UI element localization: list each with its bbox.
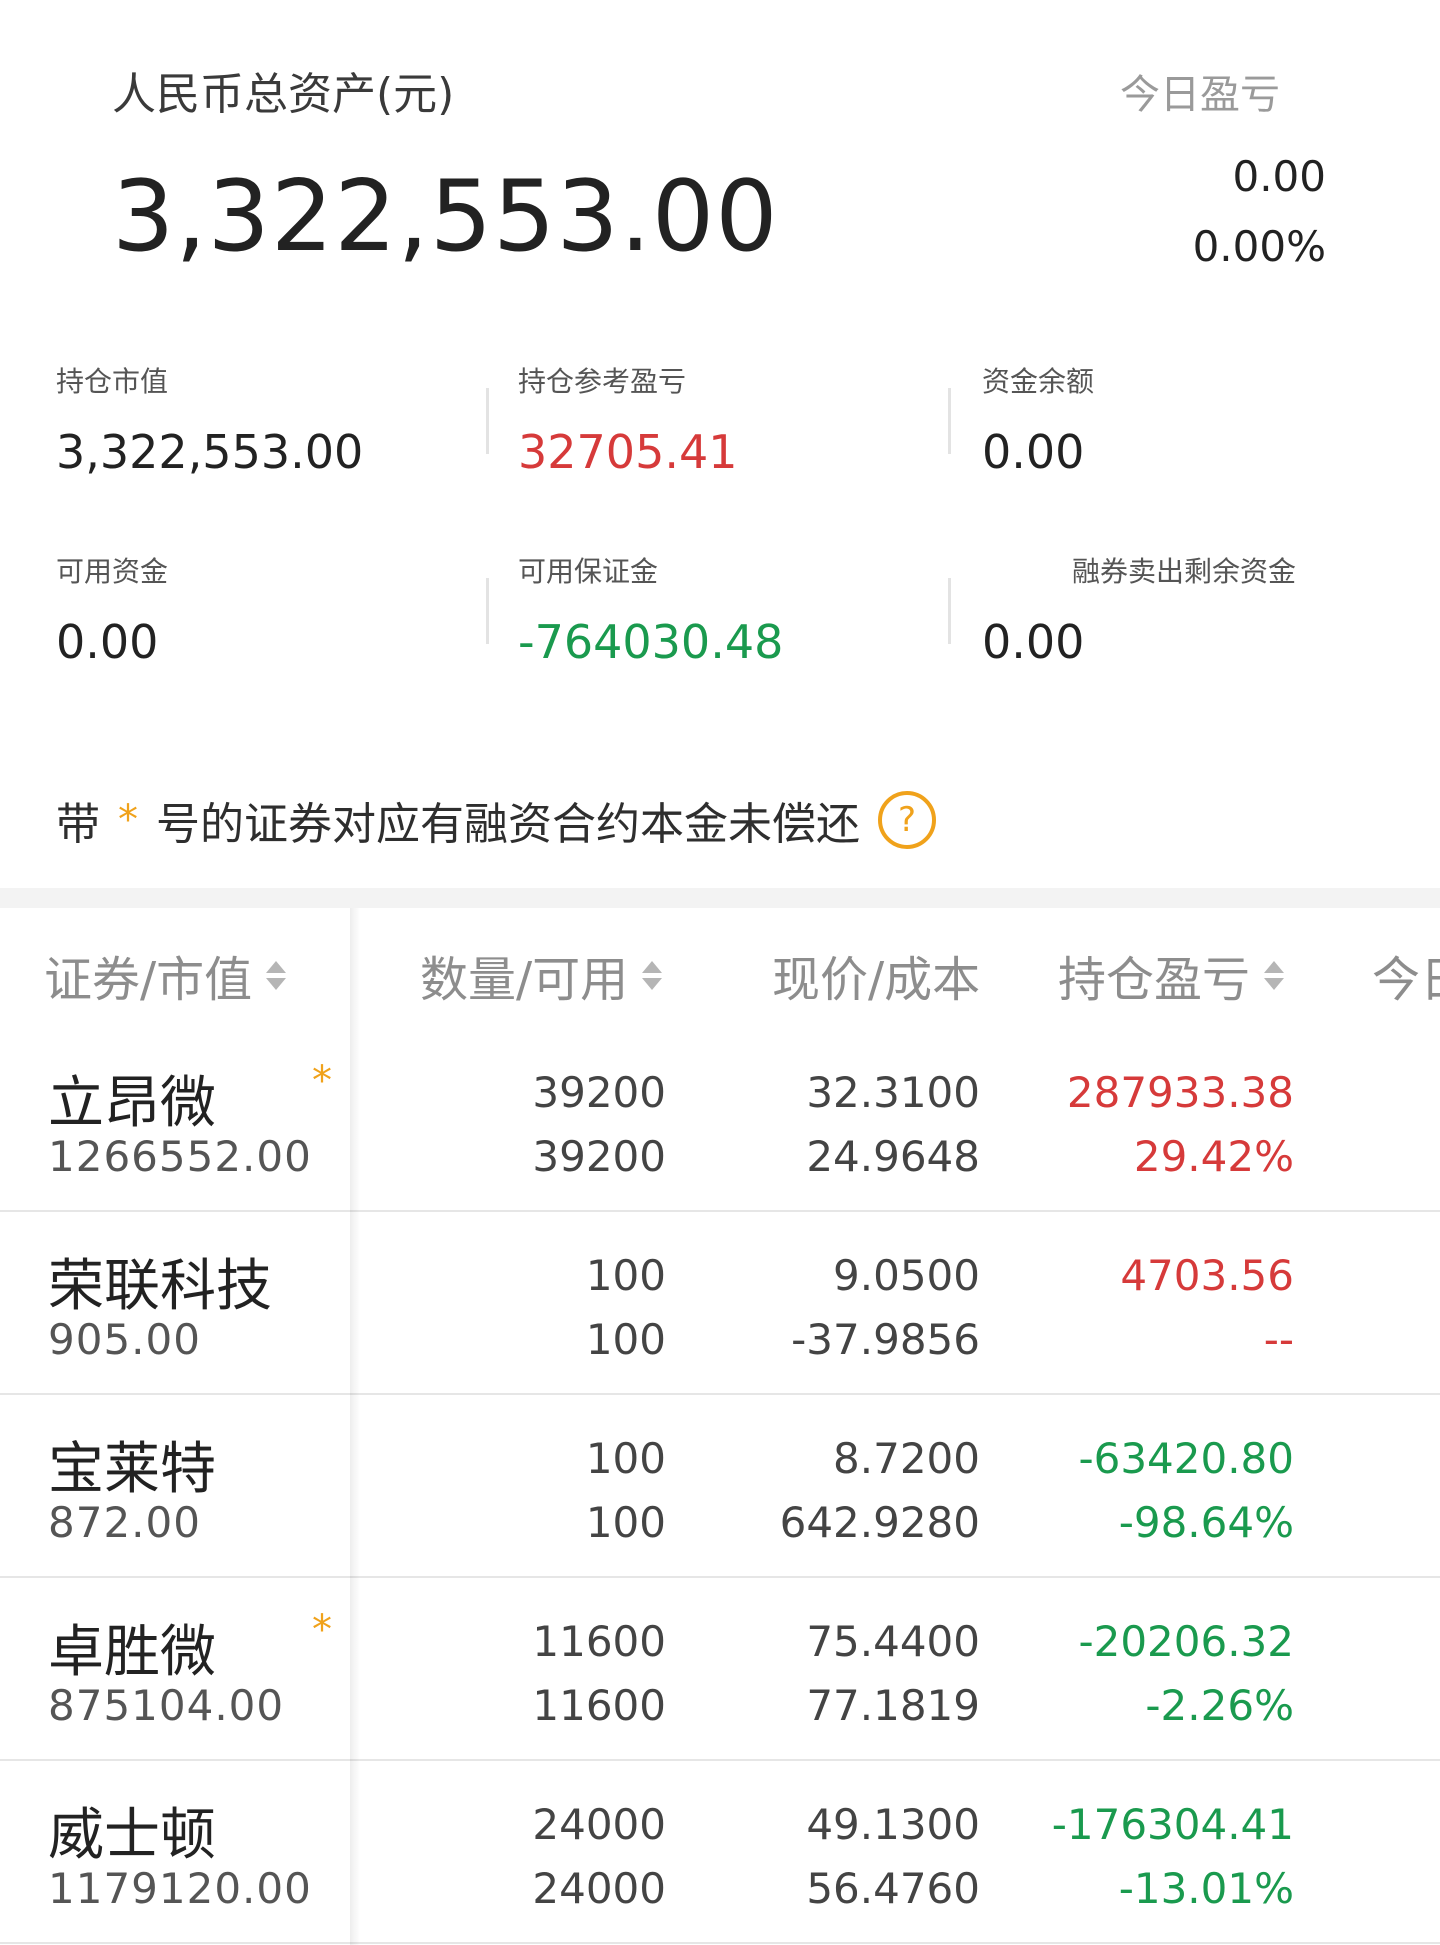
available-quantity: 39200	[532, 1132, 666, 1181]
margin-star-icon: *	[118, 797, 138, 843]
position-pnl-percent: -2.26%	[1145, 1681, 1294, 1730]
column-header-pnl[interactable]: 持仓盈亏	[1058, 940, 1285, 1010]
table-row[interactable]: 荣联科技 905.00 100 100 9.0500 -37.9856 4703…	[0, 1211, 1440, 1395]
margin-star-icon: *	[312, 1607, 332, 1653]
quantity: 100	[585, 1434, 666, 1483]
security-name: 威士顿	[48, 1803, 216, 1868]
column-header-price[interactable]: 现价/成本	[772, 940, 980, 1010]
position-pnl: -63420.80	[1078, 1434, 1294, 1483]
metric-label-available-margin: 可用保证金	[518, 555, 659, 588]
available-quantity: 100	[585, 1315, 666, 1364]
metric-separator	[486, 578, 489, 644]
quantity: 24000	[532, 1800, 666, 1849]
security-name: 卓胜微	[48, 1620, 216, 1685]
cost-price: 642.9280	[779, 1498, 980, 1547]
metric-value-fund-balance: 0.00	[982, 425, 1085, 479]
quantity: 39200	[532, 1068, 666, 1117]
metric-label-position-pnl: 持仓参考盈亏	[518, 365, 687, 398]
position-pnl: -20206.32	[1078, 1617, 1294, 1666]
cost-price: 77.1819	[806, 1681, 980, 1730]
current-price: 32.3100	[806, 1068, 980, 1117]
metric-value-available-margin: -764030.48	[518, 615, 784, 669]
security-market-value: 905.00	[48, 1315, 201, 1364]
cost-price: 24.9648	[806, 1132, 980, 1181]
security-market-value: 1179120.00	[48, 1864, 312, 1913]
position-pnl: 287933.38	[1066, 1068, 1294, 1117]
metric-label-short-sale-funds: 融券卖出剩余资金	[1072, 555, 1297, 588]
available-quantity: 24000	[532, 1864, 666, 1913]
frozen-column-shadow	[350, 908, 360, 1945]
today-pnl-percent: 0.00%	[1192, 222, 1326, 271]
sort-icon	[266, 960, 287, 990]
position-pnl: -176304.41	[1051, 1800, 1294, 1849]
security-market-value: 875104.00	[48, 1681, 285, 1730]
quantity: 100	[585, 1251, 666, 1300]
metric-label-position-value: 持仓市值	[56, 365, 169, 398]
help-icon[interactable]: ?	[878, 791, 936, 849]
metric-value-short-sale-funds: 0.00	[982, 615, 1085, 669]
position-pnl: 4703.56	[1120, 1251, 1294, 1300]
table-row[interactable]: 立昂微 * 1266552.00 39200 39200 32.3100 24.…	[0, 1028, 1440, 1212]
total-assets-label: 人民币总资产(元)	[112, 69, 455, 120]
today-pnl-label: 今日盈亏	[1120, 72, 1280, 118]
security-name: 宝莱特	[48, 1437, 216, 1502]
table-row[interactable]: 卓胜微 * 875104.00 11600 11600 75.4400 77.1…	[0, 1577, 1440, 1761]
total-assets-value: 3,322,553.00	[112, 160, 779, 274]
section-divider	[0, 888, 1440, 908]
current-price: 9.0500	[833, 1251, 980, 1300]
table-row[interactable]: 宝莱特 872.00 100 100 8.7200 642.9280 -6342…	[0, 1394, 1440, 1578]
position-pnl-percent: -98.64%	[1118, 1498, 1294, 1547]
column-header-security[interactable]: 证券/市值	[44, 940, 287, 1010]
today-pnl-amount: 0.00	[1232, 152, 1326, 201]
column-header-pnl-label: 持仓盈亏	[1058, 952, 1251, 1008]
current-price: 8.7200	[833, 1434, 980, 1483]
security-market-value: 872.00	[48, 1498, 201, 1547]
column-header-qty-label: 数量/可用	[420, 952, 629, 1008]
position-pnl-percent: --	[1263, 1315, 1294, 1364]
current-price: 75.4400	[806, 1617, 980, 1666]
column-header-security-label: 证券/市值	[44, 952, 253, 1008]
security-name: 荣联科技	[48, 1254, 272, 1319]
available-quantity: 100	[585, 1498, 666, 1547]
metric-separator	[948, 578, 951, 644]
table-row[interactable]: 威士顿 1179120.00 24000 24000 49.1300 56.47…	[0, 1760, 1440, 1944]
cost-price: 56.4760	[806, 1864, 980, 1913]
metric-separator	[948, 388, 951, 454]
margin-contract-notice: 带 * 号的证券对应有融资合约本金未偿还 ?	[56, 788, 936, 852]
notice-prefix: 带	[56, 799, 100, 850]
column-header-price-label: 现价/成本	[772, 952, 981, 1008]
column-header-today[interactable]: 今日	[1372, 940, 1440, 1010]
current-price: 49.1300	[806, 1800, 980, 1849]
metric-label-available-funds: 可用资金	[56, 555, 169, 588]
metric-value-available-funds: 0.00	[56, 615, 159, 669]
column-header-today-label: 今日	[1372, 952, 1440, 1008]
security-name: 立昂微	[48, 1071, 216, 1136]
position-pnl-percent: 29.42%	[1133, 1132, 1294, 1181]
metric-separator	[486, 388, 489, 454]
security-market-value: 1266552.00	[48, 1132, 312, 1181]
sort-icon	[642, 960, 663, 990]
metric-value-position-value: 3,322,553.00	[56, 425, 364, 479]
margin-star-icon: *	[312, 1058, 332, 1104]
metric-label-fund-balance: 资金余额	[982, 365, 1095, 398]
column-header-qty[interactable]: 数量/可用	[420, 940, 663, 1010]
metric-value-position-pnl: 32705.41	[518, 425, 738, 479]
notice-text: 号的证券对应有融资合约本金未偿还	[156, 799, 860, 850]
quantity: 11600	[532, 1617, 666, 1666]
cost-price: -37.9856	[791, 1315, 980, 1364]
available-quantity: 11600	[532, 1681, 666, 1730]
sort-icon	[1264, 960, 1285, 990]
position-pnl-percent: -13.01%	[1118, 1864, 1294, 1913]
